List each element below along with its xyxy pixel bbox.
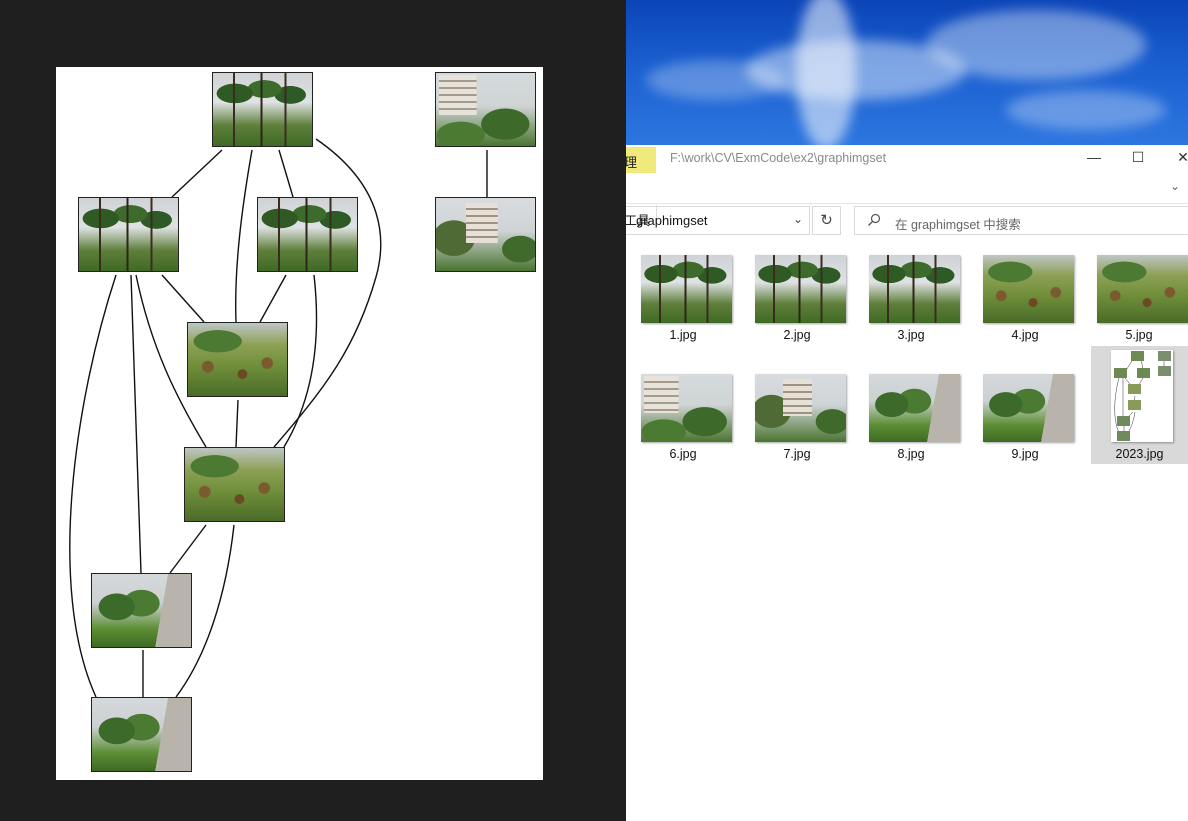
graph-node-image-5 <box>184 447 285 522</box>
edge-5-8 <box>169 524 207 574</box>
graph-node-image-1 <box>212 72 313 147</box>
file-item[interactable]: 6.jpg <box>634 366 732 482</box>
image-viewer <box>0 0 626 821</box>
file-item[interactable]: 2.jpg <box>748 247 846 363</box>
ribbon-bar: 工具 ⌄ <box>624 175 1188 228</box>
edge-2-8 <box>130 274 142 574</box>
file-item[interactable]: 8.jpg <box>862 366 960 482</box>
file-name: 3.jpg <box>897 328 925 342</box>
file-name: 1.jpg <box>669 328 697 342</box>
expand-ribbon-button[interactable]: ⌄ <box>1170 179 1180 193</box>
graph-node-image-4 <box>187 322 288 397</box>
file-name: 4.jpg <box>1011 328 1039 342</box>
address-bar[interactable]: graphimgset ⌄ <box>626 206 810 235</box>
search-placeholder: 在 graphimgset 中搜索 <box>895 218 1021 232</box>
file-name: 6.jpg <box>669 447 697 461</box>
graph-edges <box>69 138 488 698</box>
edge-1-3 <box>278 149 294 198</box>
chevron-down-icon[interactable]: ⌄ <box>793 212 803 226</box>
file-name: 7.jpg <box>783 447 811 461</box>
file-name: 5.jpg <box>1125 328 1153 342</box>
file-thumbnail <box>869 374 960 442</box>
minimize-button[interactable]: — <box>1079 149 1109 165</box>
file-thumbnail <box>755 374 846 442</box>
file-name: 9.jpg <box>1011 447 1039 461</box>
ribbon-tab-manage[interactable]: 理 <box>624 147 656 173</box>
file-name: 2.jpg <box>783 328 811 342</box>
file-name: 8.jpg <box>897 447 925 461</box>
file-thumbnail <box>983 374 1074 442</box>
cloud <box>926 10 1146 80</box>
graph-node-image-8 <box>91 573 192 648</box>
file-item[interactable]: 4.jpg <box>976 247 1074 363</box>
file-thumbnail <box>1097 255 1188 323</box>
file-thumbnail <box>869 255 960 323</box>
file-item[interactable]: 7.jpg <box>748 366 846 482</box>
window-title: F:\work\CV\ExmCode\ex2\graphimgset <box>670 151 887 165</box>
file-thumbnail <box>641 374 732 442</box>
edge-3-5 <box>283 274 318 448</box>
search-icon <box>868 213 881 226</box>
graph-node-image-3 <box>257 197 358 272</box>
edge-4-5 <box>235 399 239 448</box>
edge-1-2 <box>171 149 223 198</box>
edge-1-4 <box>235 149 253 323</box>
refresh-button[interactable]: ↻ <box>812 206 841 235</box>
file-thumbnail <box>1111 350 1173 442</box>
file-item[interactable]: 1.jpg <box>634 247 732 363</box>
address-text: graphimgset <box>636 213 708 228</box>
graph-node-image-7 <box>435 197 536 272</box>
graph-image-canvas <box>56 67 543 780</box>
edge-3-4 <box>259 274 287 323</box>
file-name: 2023.jpg <box>1115 447 1164 461</box>
file-item-selected[interactable]: 2023.jpg <box>1091 346 1188 464</box>
graph-node-image-2 <box>78 197 179 272</box>
search-input[interactable]: 在 graphimgset 中搜索 <box>854 206 1188 235</box>
file-thumbnail <box>755 255 846 323</box>
edge-2-4 <box>161 274 205 323</box>
cloud <box>646 60 786 100</box>
title-bar[interactable]: 理 F:\work\CV\ExmCode\ex2\graphimgset — ☐… <box>624 145 1188 175</box>
desktop-wallpaper <box>626 0 1188 145</box>
file-item[interactable]: 9.jpg <box>976 366 1074 482</box>
maximize-button[interactable]: ☐ <box>1123 149 1153 166</box>
file-thumbnail <box>983 255 1074 323</box>
file-explorer-window: 理 F:\work\CV\ExmCode\ex2\graphimgset — ☐… <box>624 145 1188 821</box>
file-thumbnail <box>641 255 732 323</box>
file-item[interactable]: 3.jpg <box>862 247 960 363</box>
close-button[interactable]: ✕ <box>1168 149 1188 166</box>
graph-node-image-9 <box>91 697 192 772</box>
cloud <box>1006 90 1166 130</box>
graph-node-image-6 <box>435 72 536 147</box>
